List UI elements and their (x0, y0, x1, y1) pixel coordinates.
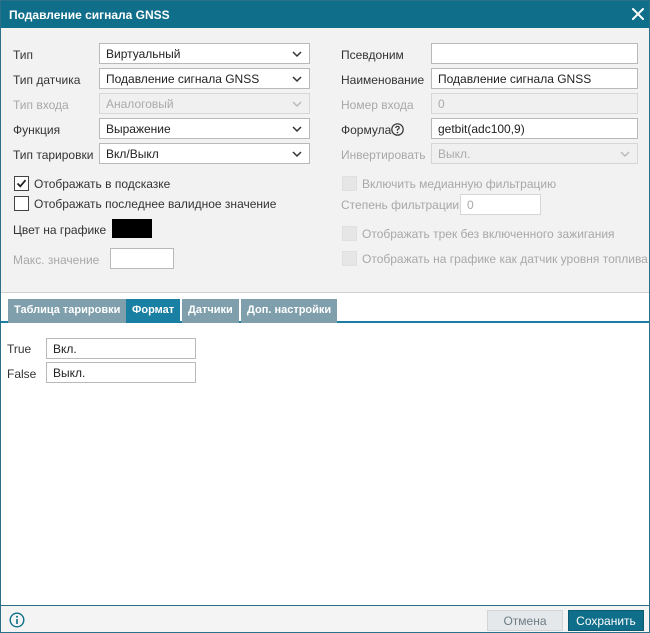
formula-label: Формула (341, 123, 392, 137)
question-icon[interactable] (391, 123, 404, 136)
filter-degree-value: 0 (467, 198, 474, 212)
filter-degree-input[interactable]: 0 (460, 194, 541, 215)
calibration-type-select[interactable]: Вкл/Выкл (99, 143, 310, 164)
track-without-ignition-checkbox[interactable] (342, 226, 357, 241)
dialog-footer: Отмена Сохранить (1, 605, 649, 632)
max-value-input[interactable] (110, 248, 174, 269)
false-value-input[interactable]: Выкл. (46, 362, 196, 383)
input-type-label: Тип входа (13, 98, 69, 112)
input-number-input[interactable]: 0 (431, 93, 638, 114)
save-button[interactable]: Сохранить (568, 610, 644, 631)
invert-label: Инвертировать (341, 148, 426, 162)
name-label: Наименование (341, 73, 425, 87)
title-bar: Подавление сигнала GNSS (1, 1, 649, 28)
chevron-down-icon (292, 126, 302, 133)
show-in-tooltip-label: Отображать в подсказке (34, 177, 171, 191)
sensor-type-select[interactable]: Подавление сигнала GNSS (99, 68, 310, 89)
false-label: False (7, 367, 37, 381)
sensor-type-label: Тип датчика (13, 73, 81, 87)
input-number-value: 0 (438, 97, 445, 111)
function-label: Функция (13, 123, 61, 137)
input-type-select[interactable]: Аналоговый (99, 93, 310, 114)
filter-degree-label: Степень фильтрации (341, 198, 460, 212)
function-select[interactable]: Выражение (99, 118, 310, 139)
true-value: Вкл. (53, 342, 77, 356)
true-label: True (7, 342, 32, 356)
tab-sensors[interactable]: Датчики (182, 299, 239, 323)
chevron-down-icon (292, 51, 302, 58)
type-select[interactable]: Виртуальный (99, 43, 310, 64)
median-filter-label: Включить медианную фильтрацию (362, 177, 557, 191)
chevron-down-icon (620, 151, 630, 158)
invert-select[interactable]: Выкл. (431, 143, 638, 164)
format-tab-content: True Вкл. False Выкл. (1, 325, 649, 605)
chart-color-swatch[interactable] (112, 219, 152, 238)
tab-calibration-table[interactable]: Таблица тарировки (8, 299, 127, 323)
tab-bar: Таблица тарировки Формат Датчики Доп. на… (1, 294, 649, 323)
true-value-input[interactable]: Вкл. (46, 338, 196, 359)
input-type-value: Аналоговый (106, 97, 174, 111)
show-as-fuel-sensor-label: Отображать на графике как датчик уровня … (362, 252, 648, 266)
chart-color-label: Цвет на графике (13, 223, 107, 237)
name-value: Подавление сигнала GNSS (438, 72, 592, 86)
sensor-dialog: Подавление сигнала GNSS Тип Виртуальный … (0, 0, 650, 633)
dialog-title: Подавление сигнала GNSS (9, 8, 170, 22)
formula-value: getbit(adc100,9) (438, 122, 525, 136)
name-input[interactable]: Подавление сигнала GNSS (431, 68, 638, 89)
close-icon[interactable] (629, 5, 647, 23)
track-without-ignition-label: Отображать трек без включенного зажигани… (362, 227, 615, 241)
chevron-down-icon (292, 151, 302, 158)
chevron-down-icon (292, 76, 302, 83)
type-label: Тип (13, 48, 34, 62)
sensor-type-value: Подавление сигнала GNSS (106, 72, 260, 86)
show-last-valid-label: Отображать последнее валидное значение (34, 197, 277, 211)
tab-extra-settings[interactable]: Доп. настройки (241, 299, 338, 323)
invert-value: Выкл. (438, 147, 471, 161)
calibration-type-label: Тип тарировки (13, 148, 94, 162)
median-filter-checkbox[interactable] (342, 176, 357, 191)
cancel-button[interactable]: Отмена (487, 610, 563, 631)
max-value-label: Макс. значение (13, 253, 100, 267)
info-icon[interactable] (9, 612, 25, 628)
false-value: Выкл. (53, 366, 86, 380)
checkmark-icon (16, 179, 27, 188)
show-last-valid-checkbox[interactable] (14, 196, 29, 211)
input-number-label: Номер входа (341, 98, 414, 112)
function-value: Выражение (106, 122, 171, 136)
type-value: Виртуальный (106, 47, 181, 61)
show-as-fuel-sensor-checkbox[interactable] (342, 251, 357, 266)
formula-input[interactable]: getbit(adc100,9) (431, 118, 638, 139)
chevron-down-icon (292, 101, 302, 108)
sensor-properties-form: Тип Виртуальный Тип датчика Подавление с… (1, 28, 649, 293)
tab-format[interactable]: Формат (126, 299, 181, 323)
alias-input[interactable] (431, 43, 638, 64)
show-in-tooltip-checkbox[interactable] (14, 176, 29, 191)
alias-label: Псевдоним (341, 48, 404, 62)
calibration-type-value: Вкл/Выкл (106, 147, 159, 161)
